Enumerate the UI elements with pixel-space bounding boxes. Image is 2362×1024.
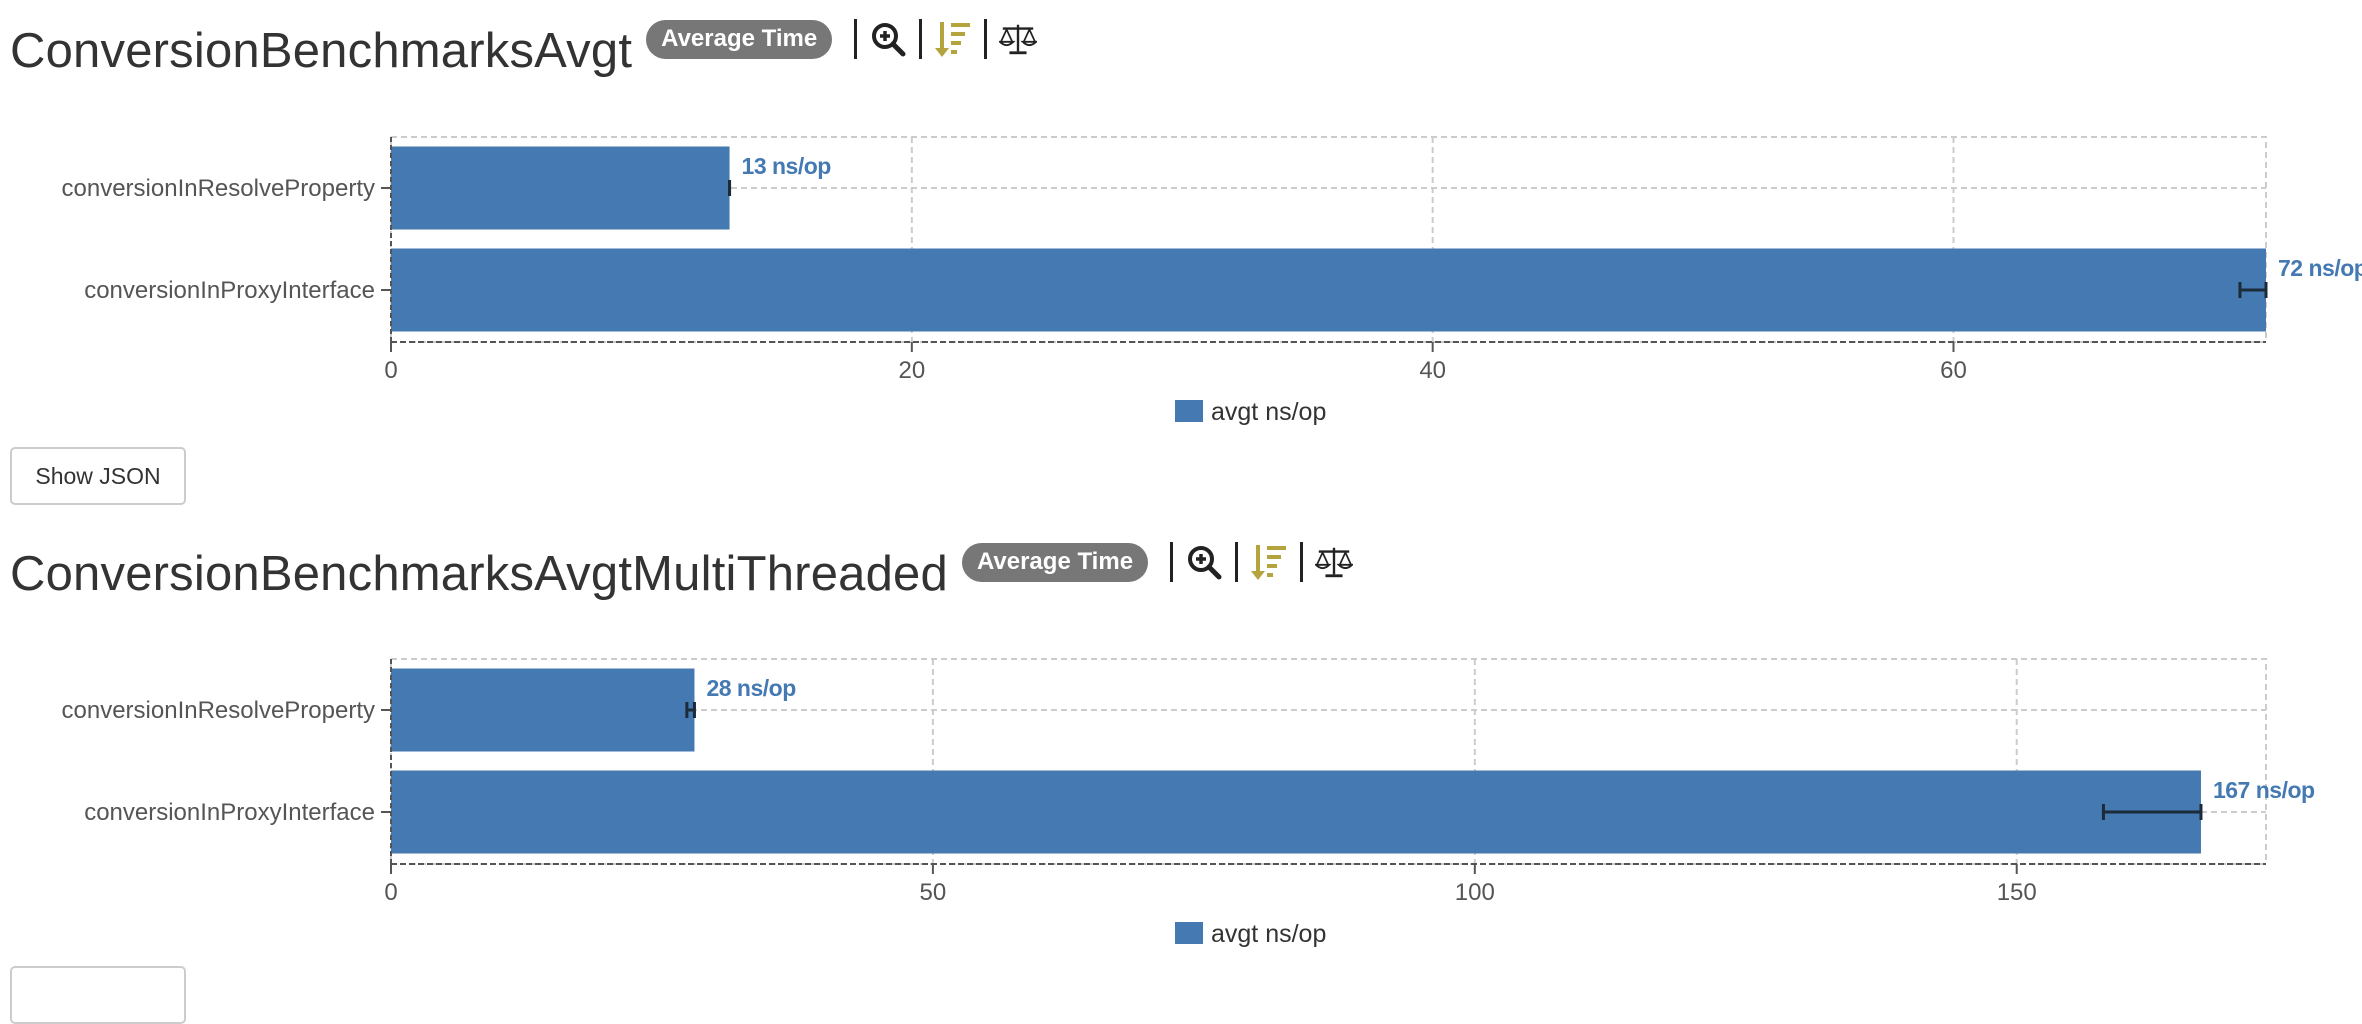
legend-label: avgt ns/op: [1211, 920, 1326, 948]
legend-label: avgt ns/op: [1211, 398, 1326, 426]
show-json-button[interactable]: [10, 966, 186, 1024]
category-label: conversionInProxyInterface: [84, 799, 375, 826]
bar-chart: 13 ns/op conversionInResolveProperty 72 ns…: [62, 136, 2362, 426]
data-label: 13 ns/op: [742, 153, 832, 179]
legend-swatch: [1175, 922, 1203, 944]
x-tick-label: 0: [384, 879, 397, 906]
legend-swatch: [1175, 400, 1203, 422]
bar: [391, 770, 2201, 854]
x-tick-label: 20: [898, 357, 925, 384]
bar: [391, 668, 695, 752]
x-tick-label: 0: [384, 357, 397, 384]
x-tick-label: 40: [1419, 357, 1446, 384]
show-json-button[interactable]: Show JSON: [10, 447, 186, 505]
data-label: 167 ns/op: [2213, 777, 2315, 803]
data-label: 28 ns/op: [706, 675, 796, 701]
category-label: conversionInProxyInterface: [84, 277, 375, 304]
x-tick-label: 100: [1455, 879, 1495, 906]
x-tick-label: 60: [1940, 357, 1967, 384]
x-tick-label: 50: [920, 879, 947, 906]
bar-chart: 28 ns/op conversionInResolveProperty 167 n…: [62, 658, 2316, 948]
x-tick-label: 150: [1997, 879, 2037, 906]
bar: [391, 146, 730, 230]
data-label: 72 ns/op: [2278, 255, 2362, 281]
category-label: conversionInResolveProperty: [62, 175, 376, 202]
category-label: conversionInResolveProperty: [62, 697, 376, 724]
bar: [391, 248, 2266, 332]
